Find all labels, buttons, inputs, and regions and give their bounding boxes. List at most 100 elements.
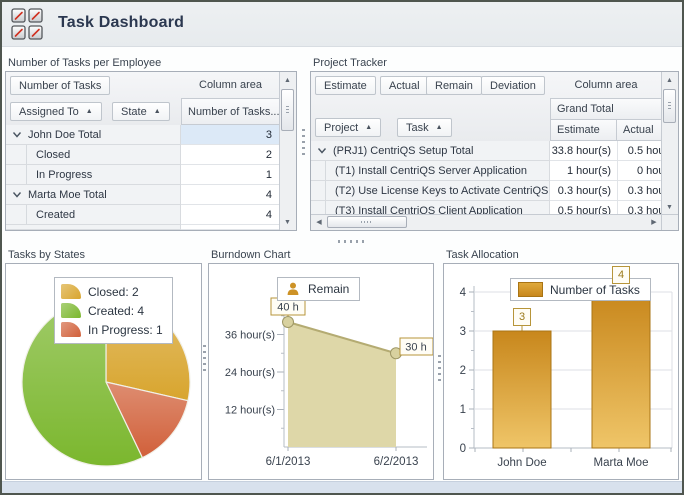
field-estimate[interactable]: Estimate [315, 76, 376, 95]
table-row: (T2) Use License Keys to Activate Centri… [311, 181, 678, 201]
estimate-column-header: Estimate [550, 119, 617, 141]
point-callout-label: 30 h [405, 342, 426, 354]
splitter-handle[interactable] [203, 345, 206, 375]
row-label-cell[interactable]: Marta Moe Total [6, 185, 181, 205]
legend-swatch [61, 303, 81, 318]
tasks-per-employee-title: Number of Tasks per Employee [8, 57, 162, 69]
field-remain[interactable]: Remain [426, 76, 482, 95]
y-tick-label: 2 [460, 365, 466, 377]
row-label-cell[interactable]: (PRJ1) CentriQS Setup Total [311, 141, 550, 161]
burndown-legend: Remain [277, 277, 361, 301]
sort-asc-icon: ▲ [435, 124, 443, 131]
project-tracker-title: Project Tracker [313, 57, 387, 69]
tasks-by-states-title: Tasks by States [8, 249, 86, 261]
table-row: Created 4 [6, 205, 280, 225]
splitter-handle[interactable] [338, 240, 368, 243]
thumb-grip [361, 221, 373, 223]
project-tracker-grid: Estimate Actual Remain Deviation Column … [310, 71, 679, 231]
scroll-down-button[interactable]: ▼ [280, 215, 295, 229]
indent-line [26, 205, 27, 224]
column-area-label: Column area [574, 79, 638, 91]
indent-line [325, 161, 326, 180]
legend-item: Closed: 2 [61, 283, 163, 300]
table-row-clipped [6, 225, 280, 230]
point-callout-label: 40 h [277, 302, 298, 314]
row-label-cell[interactable]: In Progress [6, 165, 181, 185]
value-column-header: Number of Tasks... [181, 98, 280, 125]
row-value-cell[interactable]: 1 [181, 165, 280, 185]
scroll-up-button[interactable]: ▲ [280, 73, 295, 87]
bottom-strip [2, 481, 682, 493]
tasks-per-employee-grid: Number of Tasks Column area Assigned To ▲… [5, 71, 297, 231]
thumb-grip [668, 102, 671, 110]
sort-asc-icon: ▲ [85, 108, 93, 115]
task-dashboard-window: Task Dashboard Number of Tasks per Emplo… [0, 0, 684, 495]
x-category-label: Marta Moe [594, 457, 649, 469]
y-tick-label: 36 hour(s) [225, 330, 275, 342]
row-label-cell[interactable]: Closed [6, 145, 181, 165]
table-row: Marta Moe Total 4 [6, 185, 280, 205]
scrollbar-corner [661, 214, 678, 230]
estimate-cell[interactable]: 33.8 hour(s) [550, 141, 617, 161]
field-task[interactable]: Task ▲ [397, 118, 452, 137]
x-tick-label: 6/2/2013 [374, 456, 419, 468]
row-label-cell[interactable]: (T1) Install CentriQS Server Application [311, 161, 550, 181]
row-label-cell[interactable]: Created [6, 205, 181, 225]
y-tick-label: 0 [460, 443, 466, 455]
y-tick-label: 3 [460, 326, 466, 338]
x-tick-label: 6/1/2013 [266, 456, 311, 468]
row-label-cell[interactable]: (T2) Use License Keys to Activate Centri… [311, 181, 550, 201]
table-row: (T1) Install CentriQS Server Application… [311, 161, 678, 181]
data-point-marker[interactable] [282, 316, 294, 328]
pie-legend: Closed: 2 Created: 4 In Progress: 1 [54, 277, 173, 344]
field-project[interactable]: Project ▲ [315, 118, 382, 137]
expand-icon[interactable] [12, 191, 22, 199]
legend-swatch [61, 322, 81, 337]
row-value-cell[interactable]: 3 [181, 125, 280, 145]
bar-john-doe[interactable] [492, 330, 552, 449]
scrollbar-thumb[interactable] [281, 89, 294, 131]
y-tick-label: 4 [460, 287, 467, 299]
horizontal-scrollbar[interactable]: ◀ ▶ [311, 214, 662, 230]
estimate-cell[interactable]: 0.3 hour(s) [550, 181, 617, 201]
dashboard-gauges-icon [11, 8, 43, 40]
legend-item: Created: 4 [61, 302, 163, 319]
field-actual[interactable]: Actual [380, 76, 429, 95]
legend-swatch [61, 284, 81, 299]
scrollbar-thumb[interactable] [663, 89, 676, 123]
scroll-up-button[interactable]: ▲ [662, 73, 677, 87]
column-area-label: Column area [199, 79, 262, 91]
scrollbar-thumb[interactable] [327, 216, 407, 228]
page-title: Task Dashboard [58, 14, 185, 31]
indent-line [26, 145, 27, 164]
bar-value-callout: 4 [612, 266, 630, 284]
legend-swatch [518, 282, 543, 297]
bar-marta-moe[interactable] [591, 291, 651, 449]
sort-asc-icon: ▲ [365, 124, 373, 131]
scroll-right-button[interactable]: ▶ [647, 215, 661, 229]
splitter-handle[interactable] [302, 129, 305, 159]
grand-total-header: Grand Total [550, 98, 662, 120]
row-value-cell[interactable]: 4 [181, 185, 280, 205]
splitter-handle[interactable] [438, 355, 441, 385]
expand-icon[interactable] [317, 147, 327, 155]
vertical-scrollbar[interactable]: ▲ ▼ [661, 72, 678, 215]
row-value-cell[interactable]: 4 [181, 205, 280, 225]
field-deviation[interactable]: Deviation [481, 76, 545, 95]
vertical-scrollbar[interactable]: ▲ ▼ [279, 72, 296, 230]
sort-asc-icon: ▲ [153, 108, 161, 115]
scroll-left-button[interactable]: ◀ [312, 215, 326, 229]
row-value-cell[interactable]: 2 [181, 145, 280, 165]
field-state[interactable]: State ▲ [112, 102, 170, 121]
dashboard-titlebar: Task Dashboard [2, 2, 682, 47]
pivot-header-area: Number of Tasks Column area Assigned To ▲… [6, 72, 280, 126]
expand-icon[interactable] [12, 131, 22, 139]
scroll-down-button[interactable]: ▼ [662, 200, 677, 214]
tasks-by-states-panel: Closed: 2 Created: 4 In Progress: 1 [5, 263, 202, 480]
legend-label: Number of Tasks [550, 282, 640, 297]
field-number-of-tasks[interactable]: Number of Tasks [10, 76, 111, 95]
estimate-cell[interactable]: 1 hour(s) [550, 161, 617, 181]
field-assigned-to[interactable]: Assigned To ▲ [10, 102, 102, 121]
row-label-cell[interactable]: John Doe Total [6, 125, 181, 145]
table-row: Closed 2 [6, 145, 280, 165]
